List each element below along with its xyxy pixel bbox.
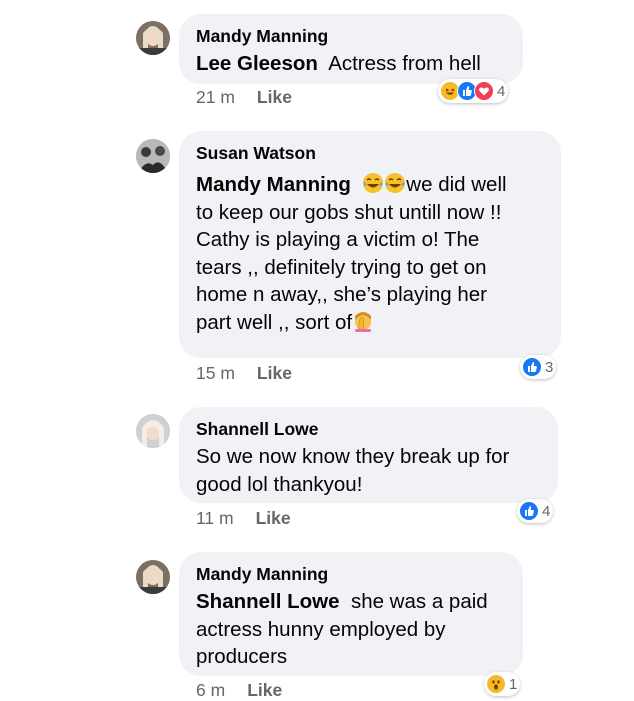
reaction-summary[interactable]: 4	[517, 499, 554, 523]
facepalm-emoji-icon	[355, 311, 372, 332]
comment-body: Lee Gleeson Actress from hell	[196, 50, 507, 78]
comment-meta: 15 m Like	[196, 363, 292, 384]
like-reaction-icon	[519, 501, 539, 521]
comment-author[interactable]: Shannell Lowe	[196, 417, 542, 441]
comment-meta: 11 m Like	[196, 508, 291, 529]
reaction-summary[interactable]: 3	[520, 355, 557, 379]
comment-meta: 21 m Like	[196, 87, 292, 108]
comment-bubble: Susan Watson Mandy Manning we did well t…	[179, 131, 561, 358]
comment-body: Mandy Manning we did well to keep our go…	[196, 171, 545, 336]
comment-bubble: Mandy Manning Lee Gleeson Actress from h…	[179, 14, 523, 84]
comment-text: Actress from hell	[328, 52, 481, 75]
comment-timestamp[interactable]: 21 m	[196, 87, 235, 108]
comment-timestamp[interactable]: 6 m	[196, 680, 225, 701]
comment-text-rest: to keep our gobs shut untill now !! Cath…	[196, 200, 502, 334]
reaction-count: 3	[545, 358, 554, 376]
like-button[interactable]: Like	[257, 87, 292, 108]
comment-timestamp[interactable]: 15 m	[196, 363, 235, 384]
avatar[interactable]	[136, 414, 170, 448]
comment-author[interactable]: Mandy Manning	[196, 562, 507, 586]
comment-text: to keep our gobs shut untill now !! Cath…	[196, 199, 545, 337]
like-button[interactable]: Like	[257, 363, 292, 384]
reaction-count: 1	[509, 675, 518, 693]
tagged-user[interactable]: Mandy Manning	[196, 173, 351, 196]
comment-meta: 6 m Like	[196, 680, 282, 701]
comment-text-line1: we did well	[406, 173, 507, 196]
comment-author[interactable]: Mandy Manning	[196, 24, 507, 48]
love-reaction-icon	[474, 81, 494, 101]
like-reaction-icon	[522, 357, 542, 377]
comment-author[interactable]: Susan Watson	[196, 141, 545, 165]
comment-bubble: Mandy Manning Shannell Lowe she was a pa…	[179, 552, 523, 676]
comment-text: So we now know they break up for good lo…	[196, 445, 510, 496]
avatar[interactable]	[136, 21, 170, 55]
reaction-count: 4	[497, 82, 506, 100]
like-button[interactable]: Like	[247, 680, 282, 701]
comment-body: Shannell Lowe she was a paid actress hun…	[196, 588, 507, 671]
comment-timestamp[interactable]: 11 m	[196, 508, 234, 529]
tagged-user[interactable]: Shannell Lowe	[196, 590, 340, 613]
joy-emoji-icon	[363, 173, 384, 193]
reaction-summary[interactable]: 1	[484, 672, 521, 696]
reaction-summary[interactable]: 4	[438, 79, 509, 103]
joy-emoji-icon	[385, 173, 406, 193]
avatar[interactable]	[136, 139, 170, 173]
like-button[interactable]: Like	[256, 508, 291, 529]
wow-reaction-icon	[486, 674, 506, 694]
reaction-count: 4	[542, 502, 551, 520]
avatar[interactable]	[136, 560, 170, 594]
comment-bubble: Shannell Lowe So we now know they break …	[179, 407, 558, 503]
tagged-user[interactable]: Lee Gleeson	[196, 52, 318, 75]
